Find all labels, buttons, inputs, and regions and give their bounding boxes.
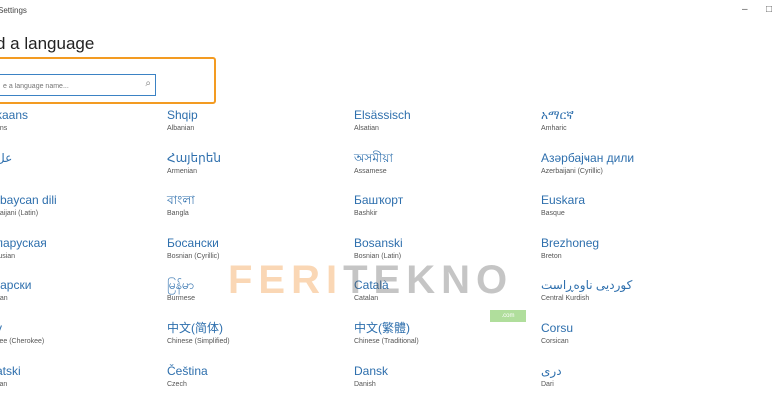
language-item[interactable]: Азәрбајҹан дили Azerbaijani (Cyrillic) xyxy=(541,151,711,175)
language-native-name: অসমীয়া xyxy=(354,150,393,165)
language-english-name: Central Kurdish xyxy=(541,295,590,303)
language-item[interactable]: ларуская rusian xyxy=(0,236,166,260)
watermark-badge: .com xyxy=(490,310,526,322)
language-english-name: Azerbaijani (Cyrillic) xyxy=(541,167,603,175)
language-english-name: Alsatian xyxy=(354,125,379,132)
language-native-name: عل xyxy=(0,150,13,165)
language-native-name: 中文(简体) xyxy=(167,321,223,335)
language-english-name: Assamese xyxy=(354,167,387,175)
language-item[interactable]: atski tian xyxy=(0,364,166,388)
language-native-name: Dansk xyxy=(354,363,389,378)
language-item[interactable]: عل c xyxy=(0,151,166,175)
title-bar: Settings – □ xyxy=(0,0,780,22)
language-native-name: Հայերեն xyxy=(167,150,221,165)
language-native-name: y xyxy=(0,321,166,335)
language-item[interactable]: Башҡорт Bashkir xyxy=(354,193,524,217)
language-english-name: Chinese (Traditional) xyxy=(354,338,419,345)
language-native-name: гарски xyxy=(0,278,32,293)
language-english-name: Danish xyxy=(354,380,376,388)
language-item[interactable]: Shqip Albanian xyxy=(167,108,337,132)
search-icon[interactable]: ⌕ xyxy=(145,78,151,89)
language-native-name: বাংলা xyxy=(167,193,195,208)
language-item[interactable]: Босански Bosnian (Cyrillic) xyxy=(167,236,337,260)
language-item[interactable]: y kee (Cherokee) xyxy=(0,321,166,345)
language-english-name: Amharic xyxy=(541,125,567,132)
language-item[interactable]: гарски rian xyxy=(0,278,166,302)
language-native-name: Euskara xyxy=(541,193,586,208)
language-native-name: Босански xyxy=(167,235,219,250)
language-english-name: baijani (Latin) xyxy=(0,210,39,218)
language-native-name: Corsu xyxy=(541,321,574,335)
language-english-name: Dari xyxy=(541,380,554,388)
maximize-button[interactable]: □ xyxy=(766,4,772,15)
language-item[interactable]: rbaycan dili baijani (Latin) xyxy=(0,193,166,217)
language-english-name: tian xyxy=(0,380,8,388)
language-native-name: 中文(繁體) xyxy=(354,321,410,335)
language-english-name: Bashkir xyxy=(354,210,378,218)
language-english-name: Basque xyxy=(541,210,565,218)
watermark: FERITEKNO xyxy=(228,258,514,302)
language-native-name: Bosanski xyxy=(354,235,403,250)
language-item[interactable]: Dansk Danish xyxy=(354,364,524,388)
language-native-name: አማርኛ xyxy=(541,108,574,122)
window-title: Settings xyxy=(0,6,27,15)
language-native-name: rbaycan dili xyxy=(0,193,57,208)
language-native-name: Shqip xyxy=(167,108,198,122)
language-english-name: Chinese (Simplified) xyxy=(167,338,230,345)
language-english-name: Armenian xyxy=(167,167,197,175)
language-item[interactable]: অসমীয়া Assamese xyxy=(354,151,524,175)
language-native-name: atski xyxy=(0,363,21,378)
language-native-name: kaans xyxy=(0,108,29,122)
language-item[interactable]: 中文(繁體) Chinese (Traditional) xyxy=(354,321,524,345)
search-box[interactable]: ⌕ xyxy=(0,74,156,96)
language-native-name: Elsässisch xyxy=(354,108,411,122)
language-english-name: Breton xyxy=(541,252,562,260)
language-item[interactable]: Հայերեն Armenian xyxy=(167,151,337,175)
language-english-name: rusian xyxy=(0,252,16,260)
language-english-name: Czech xyxy=(167,380,187,388)
language-item[interactable]: Corsu Corsican xyxy=(541,321,711,345)
language-native-name: ларуская xyxy=(0,235,47,250)
language-item[interactable]: kaans ans xyxy=(0,108,166,132)
language-native-name: Башҡорт xyxy=(354,193,404,208)
language-item[interactable]: Čeština Czech xyxy=(167,364,337,388)
language-english-name: Bangla xyxy=(167,210,189,218)
language-item[interactable]: Bosanski Bosnian (Latin) xyxy=(354,236,524,260)
language-english-name: Corsican xyxy=(541,338,569,345)
language-native-name: Brezhoneg xyxy=(541,235,600,250)
language-native-name: کوردیی ناوەڕاست xyxy=(541,278,633,293)
language-native-name: درى xyxy=(541,363,562,378)
language-item[interactable]: Elsässisch Alsatian xyxy=(354,108,524,132)
language-english-name: ans xyxy=(0,125,8,132)
language-item[interactable]: درى Dari xyxy=(541,364,711,388)
page-title: d a language xyxy=(0,34,95,53)
language-native-name: Čeština xyxy=(167,363,208,378)
language-english-name: Albanian xyxy=(167,125,195,132)
language-item[interactable]: 中文(简体) Chinese (Simplified) xyxy=(167,321,337,345)
language-english-name: rian xyxy=(0,295,8,303)
language-english-name: kee (Cherokee) xyxy=(0,338,45,345)
minimize-button[interactable]: – xyxy=(742,4,748,15)
language-item[interactable]: አማርኛ Amharic xyxy=(541,108,711,132)
language-item[interactable]: বাংলা Bangla xyxy=(167,193,337,217)
language-item[interactable]: Euskara Basque xyxy=(541,193,711,217)
search-input[interactable] xyxy=(1,78,140,94)
language-item[interactable]: Brezhoneg Breton xyxy=(541,236,711,260)
language-english-name: c xyxy=(0,168,166,175)
language-item[interactable]: کوردیی ناوەڕاست Central Kurdish xyxy=(541,278,711,302)
language-native-name: Азәрбајҹан дили xyxy=(541,150,635,165)
